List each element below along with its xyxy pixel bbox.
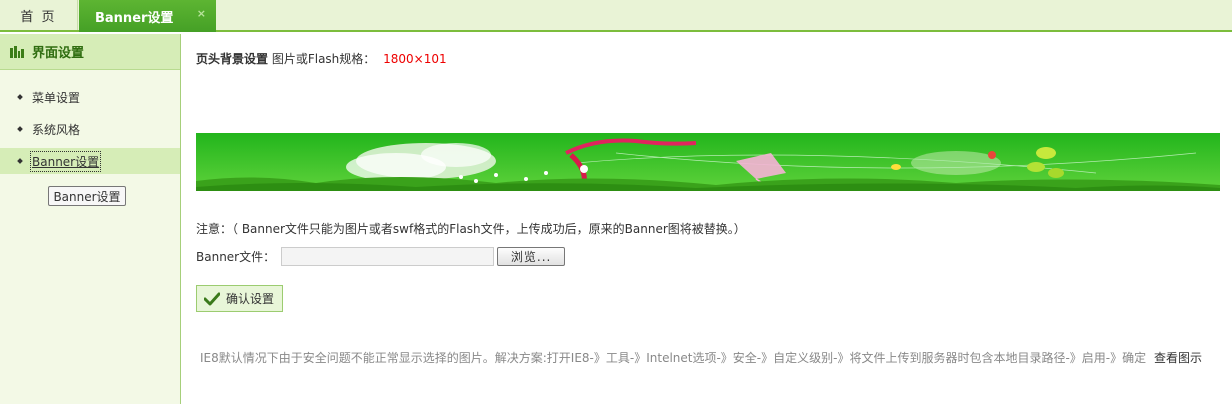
bullet-icon: [17, 158, 23, 164]
footer-note: IE8默认情况下由于安全问题不能正常显示选择的图片。解决方案:打开IE8-》工具…: [200, 349, 1202, 366]
spec-label: 图片或Flash规格：: [271, 52, 376, 66]
sidebar-item-banner-settings[interactable]: Banner设置: [0, 148, 180, 174]
confirm-button[interactable]: 确认设置: [196, 285, 283, 312]
banner-image: [196, 133, 1220, 191]
spec-value: 1800×101: [383, 52, 447, 66]
tooltip: Banner设置: [48, 186, 126, 206]
sidebar-header-title: 界面设置: [32, 46, 85, 61]
file-input[interactable]: [281, 246, 495, 266]
sidebar-item-system-style[interactable]: 系统风格: [0, 116, 180, 142]
tab-home[interactable]: 首 页: [0, 0, 78, 30]
footer-note-text: IE8默认情况下由于安全问题不能正常显示选择的图片。解决方案:打开IE8-》工具…: [200, 351, 1147, 365]
main-content: 页头背景设置 图片或Flash规格： 1800×101 注意：（ Banner文…: [196, 34, 1226, 404]
close-icon[interactable]: ×: [197, 7, 206, 20]
sidebar-item-label: Banner设置: [29, 150, 102, 172]
sidebar-item-label: 菜单设置: [32, 90, 81, 105]
page-title: 页头背景设置 图片或Flash规格： 1800×101: [196, 50, 447, 67]
notice-text: 注意：（ Banner文件只能为图片或者swf格式的Flash文件，上传成功后，…: [196, 222, 746, 236]
sidebar: 界面设置 菜单设置 系统风格 Banner设置 Banner设置: [0, 34, 181, 404]
file-label: Banner文件：: [196, 249, 276, 264]
section-title: 页头背景设置: [196, 52, 269, 66]
check-icon: [204, 292, 220, 305]
tab-bar: 首 页 Banner设置 ×: [0, 0, 1232, 32]
confirm-label: 确认设置: [226, 292, 275, 306]
bar-chart-icon: [10, 45, 24, 58]
tab-label: Banner设置: [95, 10, 174, 26]
view-diagram-link[interactable]: 查看图示: [1154, 351, 1202, 365]
sidebar-item-label: 系统风格: [32, 122, 81, 137]
browse-button[interactable]: 浏览...: [497, 246, 566, 266]
bullet-icon: [17, 94, 23, 100]
bullet-icon: [17, 126, 23, 132]
sidebar-item-menu-settings[interactable]: 菜单设置: [0, 84, 180, 110]
tab-banner-settings[interactable]: Banner设置 ×: [79, 0, 216, 32]
sidebar-header: 界面设置: [0, 34, 180, 70]
file-row: Banner文件： 浏览...: [196, 246, 566, 266]
